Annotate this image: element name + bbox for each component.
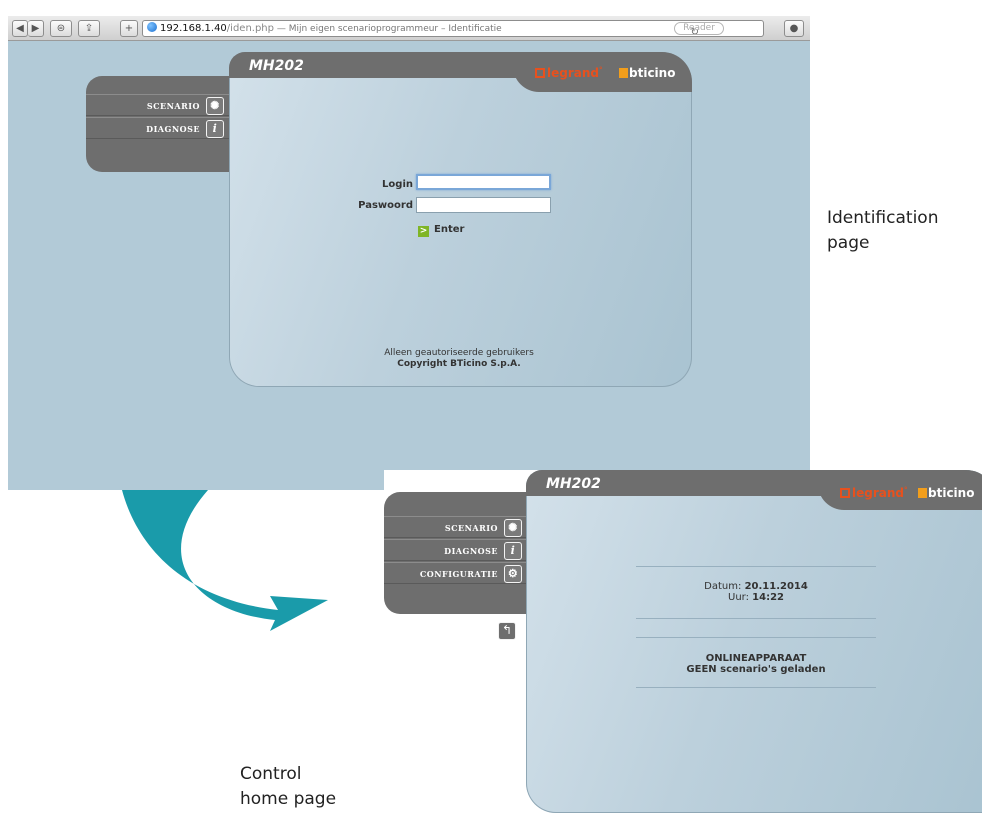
caption-line: home page [240,789,337,809]
date-value: 20.11.2014 [744,581,808,592]
menu-item-label: SCENARIO [444,523,498,533]
info-icon: i [504,542,522,560]
time-label: Uur: [728,592,749,603]
caption-line: Identification [827,208,939,228]
menu-item-label: DIAGNOSE [444,546,498,556]
stage: ◀ ▶ ⊜ ⇪ + 192.168.1.40/iden.php — Mijn e… [0,0,982,813]
address-bar[interactable]: 192.168.1.40/iden.php — Mijn eigen scena… [142,20,764,37]
time-value: 14:22 [752,592,784,603]
menu-item-label: SCENARIO [146,101,200,111]
legrand-logo-text: legrand [547,66,599,80]
panel-header: MH202 [229,52,519,78]
info-icon: i [206,120,224,138]
menu-item-configuratie[interactable]: CONFIGURATIE ⚙ [384,562,534,584]
status-scenarios: GEEN scenario's geladen [686,664,826,675]
browser-toolbar: ◀ ▶ ⊜ ⇪ + 192.168.1.40/iden.php — Mijn e… [8,16,810,41]
bticino-logo-text: bticino [629,66,676,80]
page-title: — Mijn eigen scenarioprogrammeur – Ident… [274,24,502,34]
bticino-logo: bticino [619,66,675,80]
downloads-icon[interactable]: ● [784,20,804,37]
legrand-logo-text: legrand [852,486,904,500]
menu-item-label: CONFIGURATIE [419,569,498,579]
footer-copyright: Copyright BTicino S.p.A. [397,359,521,369]
password-input[interactable] [416,197,551,213]
bticino-logo: bticino [918,486,974,500]
scenario-icon: ✺ [504,519,522,537]
product-title: MH202 [546,476,601,492]
history-icon[interactable]: ⊜ [50,20,72,37]
identification-caption: Identification page [827,206,938,256]
datetime-info: Datum: 20.11.2014 Uur: 14:22 [636,581,876,603]
browser-window: ◀ ▶ ⊜ ⇪ + 192.168.1.40/iden.php — Mijn e… [8,16,810,490]
legrand-logo: legrand° [535,66,603,80]
footer-notice: Alleen geautoriseerde gebruikers [384,348,534,358]
menu-item-scenario[interactable]: SCENARIO ✺ [384,516,534,538]
control-sidebar: SCENARIO ✺ DIAGNOSE i CONFIGURATIE ⚙ [384,492,544,614]
sidebar-menu: SCENARIO ✺ DIAGNOSE i [86,76,246,172]
url-path: /iden.php [226,23,274,34]
device-status: ONLINEAPPARAAT GEEN scenario's geladen [636,653,876,675]
divider [636,687,876,688]
login-panel: MH202 legrand° bticino Login Paswoord > E… [229,52,692,387]
caption-line: page [827,233,870,253]
control-caption: Control home page [240,762,336,812]
globe-icon [147,22,157,32]
status-online: ONLINEAPPARAAT [705,653,807,664]
forward-arrow-icon[interactable]: ▶ [28,20,44,37]
date-label: Datum: [704,581,742,592]
back-arrow-icon[interactable]: ◀ [12,20,28,37]
login-input[interactable] [416,174,551,190]
panel-header: MH202 [526,470,826,496]
share-icon[interactable]: ⇪ [78,20,100,37]
divider [636,637,876,638]
brand-tab: legrand° bticino [818,470,982,510]
menu-item-label: DIAGNOSE [146,124,200,134]
divider [636,618,876,619]
menu-item-diagnose[interactable]: DIAGNOSE i [384,539,534,561]
bticino-logo-text: bticino [928,486,975,500]
product-title: MH202 [249,58,304,74]
password-label: Paswoord [358,200,413,211]
enter-button[interactable]: > Enter [418,224,464,237]
menu-item-scenario[interactable]: SCENARIO ✺ [86,94,236,116]
login-label: Login [382,179,413,190]
control-panel: MH202 legrand° bticino Datum: 20.11.2014… [526,470,982,813]
scenario-icon: ✺ [206,97,224,115]
brand-tab: legrand° bticino [513,52,692,92]
menu-item-diagnose[interactable]: DIAGNOSE i [86,117,236,139]
login-footer: Alleen geautoriseerde gebruikers Copyrig… [329,348,589,370]
arrow-right-icon: > [418,226,429,237]
control-window: SCENARIO ✺ DIAGNOSE i CONFIGURATIE ⚙ ↰ M… [384,470,982,813]
caption-line: Control [240,764,302,784]
gear-icon: ⚙ [504,565,522,583]
new-tab-icon[interactable]: + [120,20,138,37]
divider [636,566,876,567]
legrand-logo: legrand° [840,486,908,500]
enter-label: Enter [434,224,465,235]
url-host: 192.168.1.40 [160,23,227,34]
back-icon[interactable]: ↰ [498,622,516,640]
transition-arrow-icon [122,490,328,631]
reader-button[interactable]: Reader [674,22,724,35]
